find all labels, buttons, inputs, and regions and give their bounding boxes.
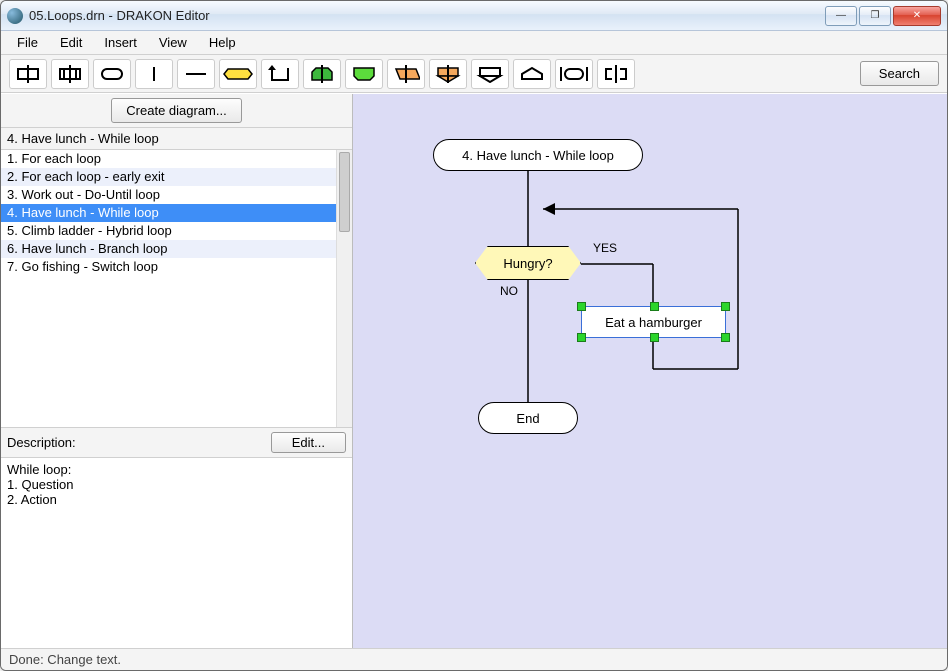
left-pane: Create diagram... 4. Have lunch - While … — [1, 94, 353, 648]
status-bar: Done: Change text. — [1, 648, 947, 670]
shelf-icon[interactable] — [387, 59, 425, 89]
resize-handle-s[interactable] — [650, 333, 659, 342]
question-icon[interactable] — [219, 59, 257, 89]
status-text: Done: Change text. — [9, 652, 121, 667]
diagram-list[interactable]: 1. For each loop 2. For each loop - earl… — [1, 150, 336, 427]
app-icon — [7, 8, 23, 24]
list-item[interactable]: 7. Go fishing - Switch loop — [1, 258, 336, 276]
resize-handle-ne[interactable] — [721, 302, 730, 311]
pause-icon[interactable] — [597, 59, 635, 89]
branch-icon[interactable] — [513, 59, 551, 89]
vertical-line-icon[interactable] — [135, 59, 173, 89]
list-scrollbar[interactable] — [336, 150, 352, 427]
diagram-question-text: Hungry? — [503, 256, 552, 271]
list-item[interactable]: 6. Have lunch - Branch loop — [1, 240, 336, 258]
toolbar: Search — [1, 55, 947, 93]
begin-for-icon[interactable] — [303, 59, 341, 89]
resize-handle-sw[interactable] — [577, 333, 586, 342]
diagram-title-node[interactable]: 4. Have lunch - While loop — [433, 139, 643, 171]
resize-handle-se[interactable] — [721, 333, 730, 342]
diagram-action-node[interactable]: Eat a hamburger — [581, 306, 726, 338]
edit-description-button[interactable]: Edit... — [271, 432, 346, 453]
resize-handle-n[interactable] — [650, 302, 659, 311]
diagram-action-text: Eat a hamburger — [605, 315, 702, 330]
diagram-question-node[interactable]: Hungry? — [475, 246, 581, 280]
case-icon[interactable] — [429, 59, 467, 89]
menu-file[interactable]: File — [7, 33, 48, 52]
list-item[interactable]: 1. For each loop — [1, 150, 336, 168]
menu-view[interactable]: View — [149, 33, 197, 52]
horizontal-line-icon[interactable] — [177, 59, 215, 89]
list-item[interactable]: 4. Have lunch - While loop — [1, 204, 336, 222]
list-item[interactable]: 2. For each loop - early exit — [1, 168, 336, 186]
terminator-icon[interactable] — [93, 59, 131, 89]
arrow-loop-icon[interactable] — [261, 59, 299, 89]
menu-edit[interactable]: Edit — [50, 33, 92, 52]
search-button[interactable]: Search — [860, 61, 939, 86]
menu-insert[interactable]: Insert — [94, 33, 147, 52]
diagram-canvas[interactable]: 4. Have lunch - While loop Hungry? YES N… — [353, 94, 947, 648]
insertion-icon[interactable] — [51, 59, 89, 89]
window-title: 05.Loops.drn - DRAKON Editor — [29, 8, 825, 23]
description-label: Description: — [7, 435, 271, 450]
titlebar[interactable]: 05.Loops.drn - DRAKON Editor — ❐ ✕ — [1, 1, 947, 31]
yes-label: YES — [593, 241, 617, 255]
breadcrumb: 4. Have lunch - While loop — [1, 128, 352, 150]
menubar: File Edit Insert View Help — [1, 31, 947, 55]
diagram-edges — [353, 94, 947, 648]
resize-handle-nw[interactable] — [577, 302, 586, 311]
diagram-end-node[interactable]: End — [478, 402, 578, 434]
diagram-title-text: 4. Have lunch - While loop — [462, 148, 614, 163]
end-for-icon[interactable] — [345, 59, 383, 89]
description-text: While loop: 1. Question 2. Action — [1, 458, 352, 648]
diagram-end-text: End — [516, 411, 539, 426]
action-icon[interactable] — [9, 59, 47, 89]
list-item[interactable]: 3. Work out - Do-Until loop — [1, 186, 336, 204]
close-button[interactable]: ✕ — [893, 6, 941, 26]
address-icon[interactable] — [471, 59, 509, 89]
timer-icon[interactable] — [555, 59, 593, 89]
minimize-button[interactable]: — — [825, 6, 857, 26]
scrollbar-thumb[interactable] — [339, 152, 350, 232]
menu-help[interactable]: Help — [199, 33, 246, 52]
list-item[interactable]: 5. Climb ladder - Hybrid loop — [1, 222, 336, 240]
no-label: NO — [500, 284, 518, 298]
create-diagram-button[interactable]: Create diagram... — [111, 98, 241, 123]
maximize-button[interactable]: ❐ — [859, 6, 891, 26]
